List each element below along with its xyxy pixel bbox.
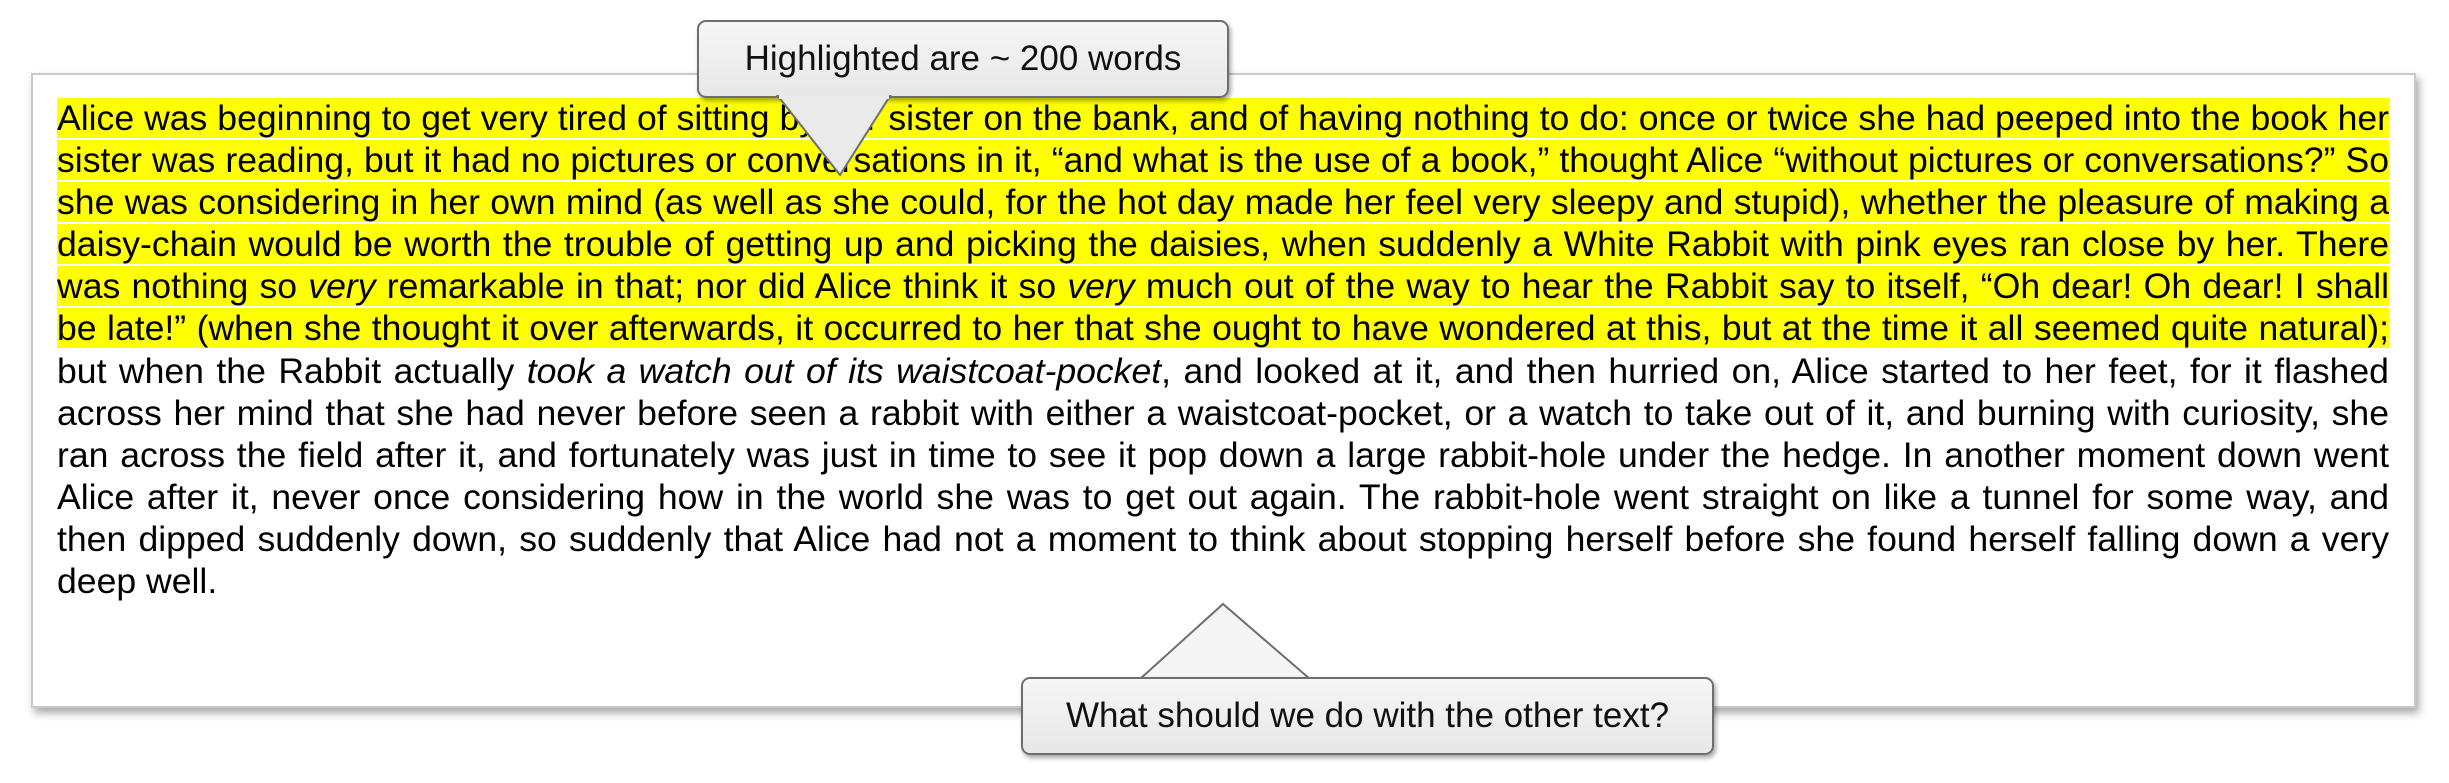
- other-text-callout-label: What should we do with the other text?: [1065, 696, 1670, 735]
- highlight-callout-label: Highlighted are ~ 200 words: [744, 39, 1182, 78]
- story-passage: Alice was beginning to get very tired of…: [57, 97, 2389, 602]
- emphasis-took-watch: took a watch out of its waistcoat-pocket: [526, 350, 1162, 391]
- plain-text-part-1: but when the Rabbit actually: [57, 350, 527, 391]
- emphasis-very-2: very: [1067, 266, 1135, 307]
- other-text-callout: What should we do with the other text?: [1021, 677, 1714, 755]
- highlighted-text: Alice was beginning to get very tired of…: [57, 98, 2389, 349]
- emphasis-very-1: very: [308, 266, 376, 307]
- highlighted-text-part-2: remarkable in that; nor did Alice think …: [375, 266, 1068, 307]
- highlight-callout: Highlighted are ~ 200 words: [697, 20, 1229, 98]
